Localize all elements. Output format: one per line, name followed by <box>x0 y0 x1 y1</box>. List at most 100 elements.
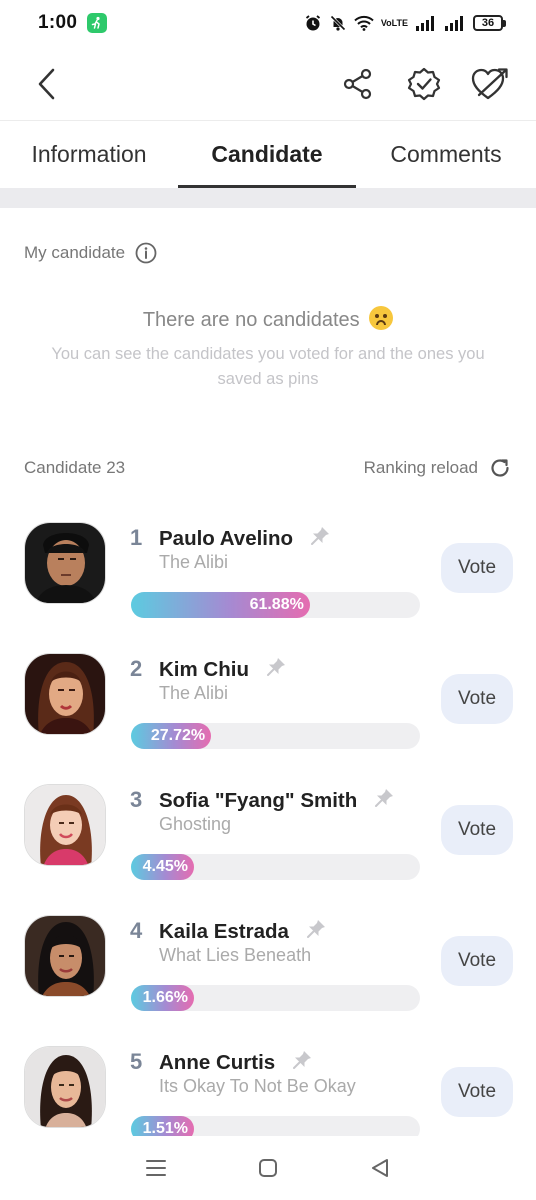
candidate-name: Anne Curtis <box>159 1049 313 1075</box>
pin-icon[interactable] <box>373 787 395 809</box>
pin-icon[interactable] <box>305 918 327 940</box>
my-candidate-label: My candidate <box>24 243 126 262</box>
status-bar: 1:00 VoLTE 36 <box>0 0 536 46</box>
vote-percentage: 61.88% <box>249 596 304 613</box>
top-navigation <box>0 52 536 116</box>
battery-indicator: 36 <box>473 15 506 31</box>
candidate-show: The Alibi <box>159 683 229 703</box>
tab-candidate-label: Candidate <box>211 141 323 167</box>
candidate-show: Ghosting <box>159 814 232 834</box>
candidate-name-text: Anne Curtis <box>159 1051 276 1074</box>
candidate-rank: 5 <box>130 1049 143 1074</box>
signal-icon <box>415 15 437 31</box>
candidate-name: Kim Chiu <box>159 656 287 682</box>
home-button[interactable] <box>257 1157 279 1179</box>
candidate-name-text: Sofia "Fyang" Smith <box>159 789 358 812</box>
candidate-name: Kaila Estrada <box>159 918 327 944</box>
candidate-rank: 1 <box>130 525 143 550</box>
empty-state-subtitle: You can see the candidates you voted for… <box>51 345 485 388</box>
empty-state-title-text: There are no candidates <box>142 309 360 331</box>
status-indicators: VoLTE 36 <box>304 14 506 32</box>
candidate-row[interactable]: 3 Sofia "Fyang" Smith Ghosting 4.45% Vot… <box>0 784 536 904</box>
vote-progress-track: 27.72% <box>131 723 420 749</box>
my-candidate-header: My candidate <box>24 242 157 264</box>
refresh-icon <box>491 459 509 477</box>
candidate-rank: 2 <box>130 656 143 681</box>
candidate-name: Paulo Avelino <box>159 525 331 551</box>
candidate-avatar <box>24 784 106 866</box>
candidate-row[interactable]: 1 Paulo Avelino The Alibi 61.88% Vote <box>0 522 536 642</box>
system-navigation-bar <box>0 1136 536 1200</box>
pin-icon[interactable] <box>309 525 331 547</box>
ranking-reload-label: Ranking reload <box>363 458 478 477</box>
vote-button[interactable]: Vote <box>441 674 513 724</box>
vote-percentage: 1.66% <box>142 989 188 1006</box>
candidate-name-text: Kaila Estrada <box>159 920 289 943</box>
candidate-show: What Lies Beneath <box>159 945 312 965</box>
vote-button[interactable]: Vote <box>441 936 513 986</box>
candidate-avatar <box>24 522 106 604</box>
vote-percentage: 4.45% <box>142 858 188 875</box>
vote-button[interactable]: Vote <box>441 1067 513 1117</box>
back-arrow-icon <box>38 68 55 100</box>
pin-icon[interactable] <box>291 1049 313 1071</box>
signal-icon-2 <box>444 15 466 31</box>
back-triangle-icon <box>372 1159 388 1177</box>
mute-bell-icon <box>329 14 347 32</box>
pin-icon[interactable] <box>265 656 287 678</box>
wifi-icon <box>354 15 374 31</box>
tab-information[interactable]: Information <box>0 121 178 188</box>
tab-information-label: Information <box>31 141 147 167</box>
candidate-row[interactable]: 4 Kaila Estrada What Lies Beneath 1.66% … <box>0 915 536 1035</box>
info-icon[interactable] <box>135 242 157 264</box>
verified-badge-button[interactable] <box>402 62 446 106</box>
candidate-rank: 4 <box>130 918 143 943</box>
candidate-avatar <box>24 1046 106 1128</box>
candidate-rank: 3 <box>130 787 143 812</box>
candidate-show: Its Okay To Not Be Okay <box>159 1076 356 1096</box>
menu-button[interactable] <box>145 1158 167 1178</box>
candidate-name: Sofia "Fyang" Smith <box>159 787 395 813</box>
system-back-button[interactable] <box>369 1157 391 1179</box>
battery-tip <box>503 19 506 27</box>
candidate-row[interactable]: 2 Kim Chiu The Alibi 27.72% Vote <box>0 653 536 773</box>
vote-progress-track: 61.88% <box>131 592 420 618</box>
battery-level: 36 <box>473 15 503 31</box>
vote-button[interactable]: Vote <box>441 543 513 593</box>
network-type-label: VoLTE <box>380 17 408 28</box>
candidate-avatar <box>24 653 106 735</box>
vote-progress-bar: 61.88% <box>131 592 310 618</box>
vote-progress-bar: 27.72% <box>131 723 212 749</box>
favorite-button[interactable] <box>468 62 512 106</box>
share-button[interactable] <box>336 62 380 106</box>
tab-comments-label: Comments <box>390 141 502 167</box>
sad-face-icon <box>369 306 394 330</box>
running-person-icon <box>87 13 108 33</box>
ranking-reload-button[interactable]: Ranking reload <box>364 456 512 480</box>
vote-progress-track: 4.45% <box>131 854 420 880</box>
candidate-show: The Alibi <box>159 552 229 572</box>
back-button[interactable] <box>24 62 68 106</box>
heart-arrow-icon <box>471 68 508 100</box>
vote-progress-bar: 4.45% <box>131 854 194 880</box>
share-icon <box>343 68 372 100</box>
candidate-name-text: Kim Chiu <box>159 658 249 681</box>
alarm-icon <box>304 14 322 32</box>
tab-comments[interactable]: Comments <box>356 121 536 188</box>
section-divider <box>0 188 536 208</box>
vote-percentage: 27.72% <box>150 727 206 744</box>
candidate-avatar <box>24 915 106 997</box>
vote-progress-track: 1.66% <box>131 985 420 1011</box>
vote-progress-bar: 1.66% <box>131 985 194 1011</box>
vote-button[interactable]: Vote <box>441 805 513 855</box>
menu-icon <box>146 1160 166 1176</box>
candidate-name-text: Paulo Avelino <box>159 527 294 550</box>
tab-bar: Information Candidate Comments <box>0 120 536 188</box>
status-time: 1:00 <box>38 12 78 33</box>
tab-candidate[interactable]: Candidate <box>178 121 356 188</box>
candidate-list-header: Candidate 23 Ranking reload <box>24 454 512 482</box>
verified-badge-icon <box>407 67 441 101</box>
empty-state-title: There are no candidates <box>0 306 536 332</box>
home-square-icon <box>259 1159 277 1177</box>
candidate-count: Candidate 23 <box>24 458 126 477</box>
